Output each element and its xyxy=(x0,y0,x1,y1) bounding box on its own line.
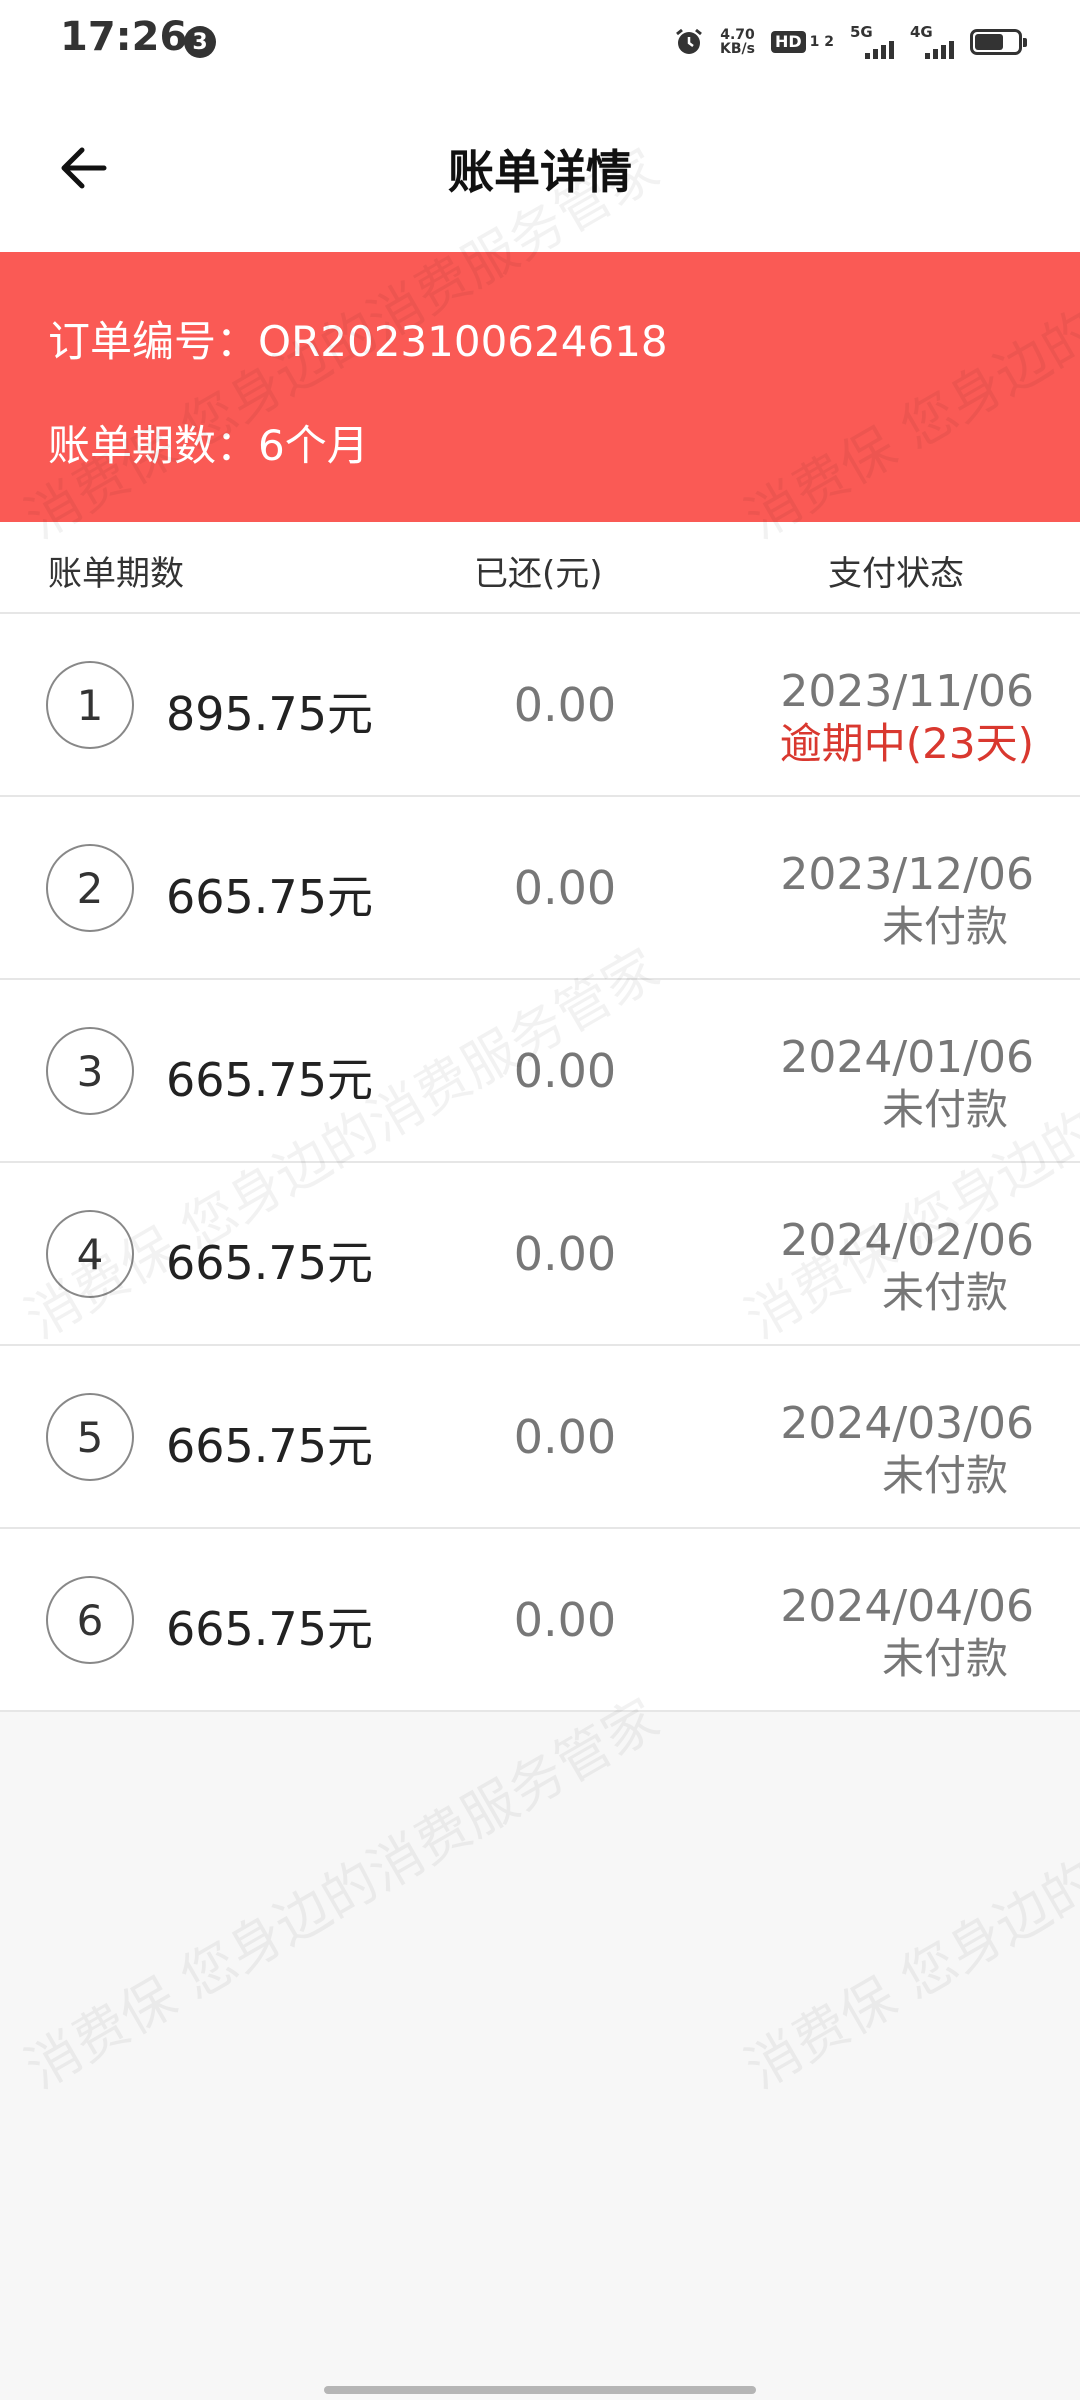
bill-period-label: 账单期数： xyxy=(48,421,259,470)
battery-icon xyxy=(970,29,1027,55)
network-speed: 4.70 KB/s xyxy=(720,28,755,56)
installment-state: 未付款 xyxy=(881,1634,1008,1683)
installment-amount: 665.75元 xyxy=(166,870,373,924)
bill-row[interactable]: 3 665.75元 0.00 2024/01/06 未付款 xyxy=(0,980,1080,1163)
status-time: 17:26 xyxy=(60,14,188,60)
installment-state: 未付款 xyxy=(881,902,1008,951)
installment-status: 2023/12/06 未付款 xyxy=(714,849,1034,953)
bill-row[interactable]: 1 895.75元 0.00 2023/11/06 逾期中(23天) xyxy=(0,614,1080,797)
bill-list: 1 895.75元 0.00 2023/11/06 逾期中(23天) 2 665… xyxy=(0,614,1080,1712)
installment-amount: 665.75元 xyxy=(166,1602,373,1656)
bill-row[interactable]: 6 665.75元 0.00 2024/04/06 未付款 xyxy=(0,1529,1080,1712)
installment-amount: 665.75元 xyxy=(166,1236,373,1290)
order-info-banner: 订单编号：OR2023100624618 账单期数：6个月 xyxy=(0,252,1080,522)
installment-state: 未付款 xyxy=(881,1085,1008,1134)
installment-due-date: 2023/11/06 xyxy=(780,666,1034,717)
bill-period-value: 6个月 xyxy=(258,421,369,470)
installment-number: 2 xyxy=(46,844,134,932)
installment-status: 2024/03/06 未付款 xyxy=(714,1398,1034,1502)
installment-paid: 0.00 xyxy=(513,1410,617,1464)
status-bar: 17:26 3 4.70 KB/s HD 1 2 5G 4G xyxy=(0,0,1080,84)
installment-status: 2024/04/06 未付款 xyxy=(714,1581,1034,1685)
installment-status: 2023/11/06 逾期中(23天) xyxy=(714,666,1034,770)
signal-5g-label: 5G xyxy=(850,23,873,41)
installment-due-date: 2024/03/06 xyxy=(780,1398,1034,1449)
signal-5g-icon: 5G xyxy=(850,23,894,59)
hd-sub-label: 1 2 xyxy=(809,33,834,50)
column-header-paid: 已还(元) xyxy=(474,554,603,594)
installment-paid: 0.00 xyxy=(513,1044,617,1098)
installment-number: 4 xyxy=(46,1210,134,1298)
installment-due-date: 2023/12/06 xyxy=(780,849,1034,900)
order-number-label: 订单编号： xyxy=(48,317,259,366)
installment-paid: 0.00 xyxy=(513,861,617,915)
installment-state: 未付款 xyxy=(881,1451,1008,1500)
installment-amount: 895.75元 xyxy=(166,687,373,741)
app-header: 账单详情 xyxy=(0,84,1080,252)
bill-row[interactable]: 2 665.75元 0.00 2023/12/06 未付款 xyxy=(0,797,1080,980)
hd-icon: HD xyxy=(770,31,806,53)
installment-number: 5 xyxy=(46,1393,134,1481)
installment-state: 逾期中(23天) xyxy=(779,719,1034,768)
home-indicator[interactable] xyxy=(324,2386,756,2394)
installment-number: 1 xyxy=(46,661,134,749)
installment-state: 未付款 xyxy=(881,1268,1008,1317)
bill-row[interactable]: 4 665.75元 0.00 2024/02/06 未付款 xyxy=(0,1163,1080,1346)
installment-number: 3 xyxy=(46,1027,134,1115)
bill-period-row: 账单期数：6个月 xyxy=(48,412,369,473)
installment-amount: 665.75元 xyxy=(166,1419,373,1473)
bill-row[interactable]: 5 665.75元 0.00 2024/03/06 未付款 xyxy=(0,1346,1080,1529)
notification-count-badge: 3 xyxy=(184,26,216,58)
order-number-row: 订单编号：OR2023100624618 xyxy=(48,308,668,369)
alarm-icon xyxy=(676,28,702,54)
status-icons: 4.70 KB/s HD 1 2 5G 4G xyxy=(674,22,1027,62)
watermark-text: 消费保 您身边的消费服务管家 xyxy=(14,1686,670,2101)
column-header-period: 账单期数 xyxy=(48,554,184,594)
installment-due-date: 2024/02/06 xyxy=(780,1215,1034,1266)
installment-status: 2024/02/06 未付款 xyxy=(714,1215,1034,1319)
order-number-value: OR2023100624618 xyxy=(258,317,668,366)
table-header: 账单期数 已还(元) 支付状态 xyxy=(0,522,1080,614)
watermark-text: 消费保 您身边的消费服务管家 xyxy=(734,1686,1080,2101)
installment-paid: 0.00 xyxy=(513,1227,617,1281)
signal-4g-label: 4G xyxy=(910,23,933,41)
installment-paid: 0.00 xyxy=(513,1593,617,1647)
column-header-status: 支付状态 xyxy=(828,554,964,594)
network-speed-unit: KB/s xyxy=(720,41,755,57)
installment-amount: 665.75元 xyxy=(166,1053,373,1107)
installment-status: 2024/01/06 未付款 xyxy=(714,1032,1034,1136)
page-title: 账单详情 xyxy=(448,145,632,199)
installment-due-date: 2024/04/06 xyxy=(780,1581,1034,1632)
installment-paid: 0.00 xyxy=(513,678,617,732)
installment-number: 6 xyxy=(46,1576,134,1664)
network-speed-value: 4.70 xyxy=(720,27,755,43)
installment-due-date: 2024/01/06 xyxy=(780,1032,1034,1083)
signal-4g-icon: 4G xyxy=(910,23,954,59)
